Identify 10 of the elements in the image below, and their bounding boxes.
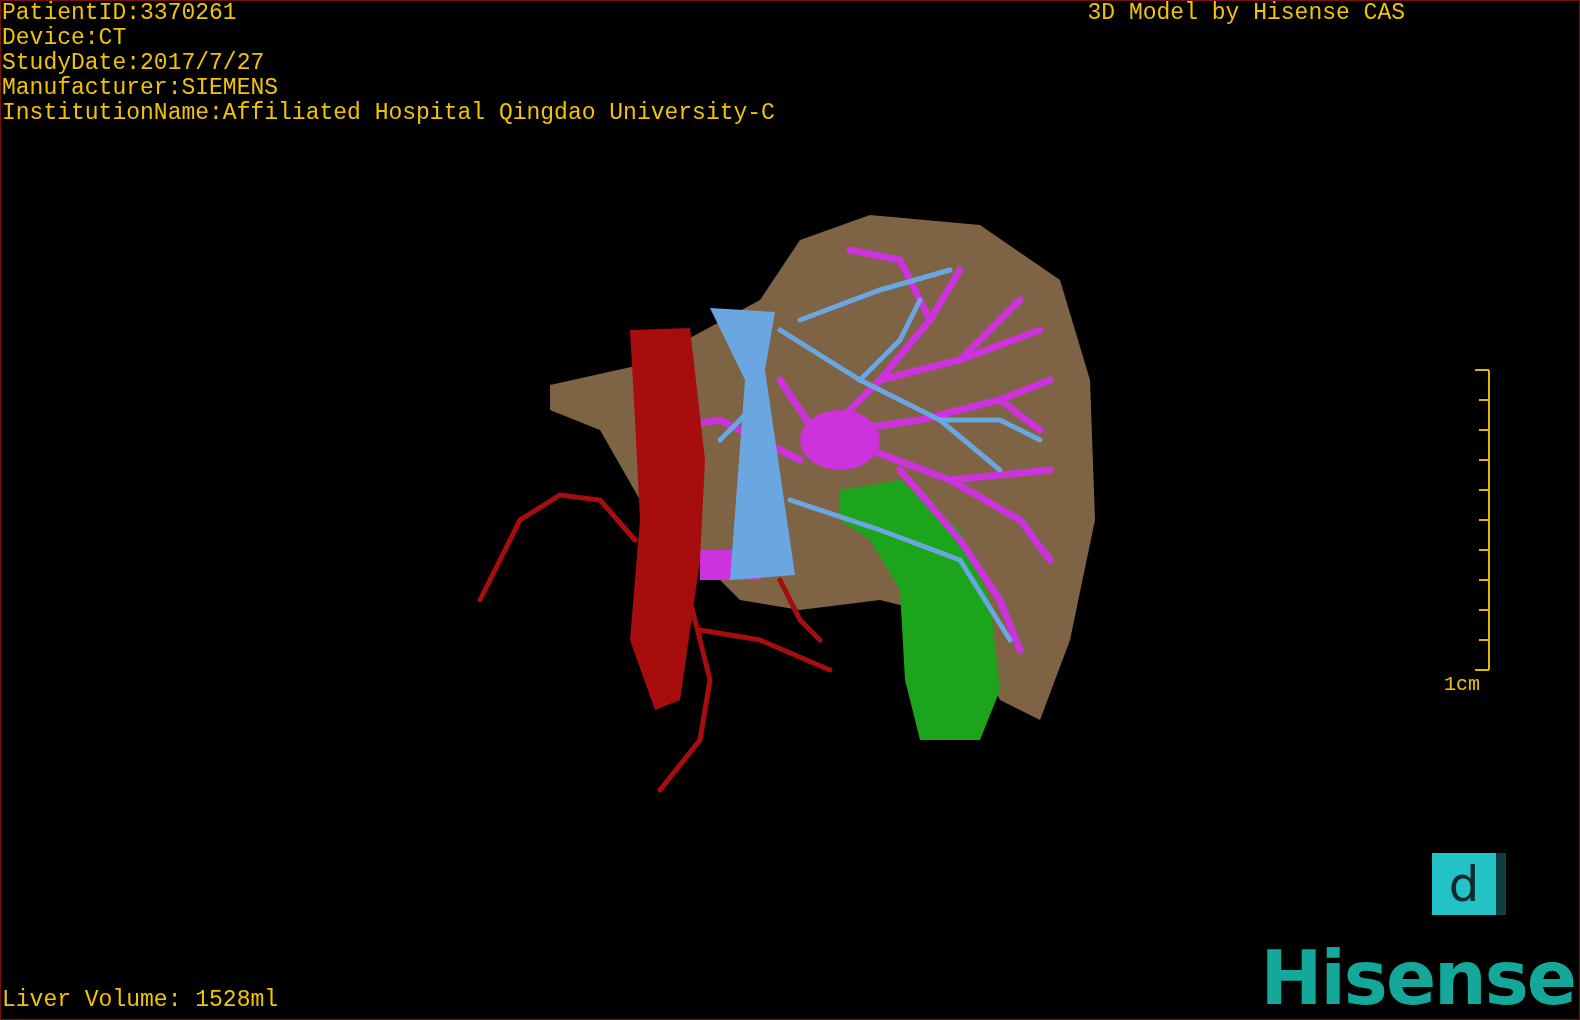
logo-mark: d	[1432, 853, 1506, 915]
study-info-text: InstitutionName:Affiliated Hospital Qingdao University-C	[2, 101, 775, 126]
study-info-text: Manufacturer:SIEMENS	[2, 76, 280, 101]
scale-label: 1cm	[1444, 674, 1480, 696]
study-info-text: PatientID:3370261	[2, 1, 238, 26]
viewer-title: 3D Model by Hisense CAS	[1087, 1, 1405, 26]
brand-logo: Hisense	[1260, 941, 1575, 1015]
liver-volume-text: Liver Volume: 1528ml	[2, 988, 279, 1013]
study-info-text: StudyDate:2017/7/27	[2, 51, 266, 76]
study-info-text: Device:CT	[2, 26, 128, 51]
